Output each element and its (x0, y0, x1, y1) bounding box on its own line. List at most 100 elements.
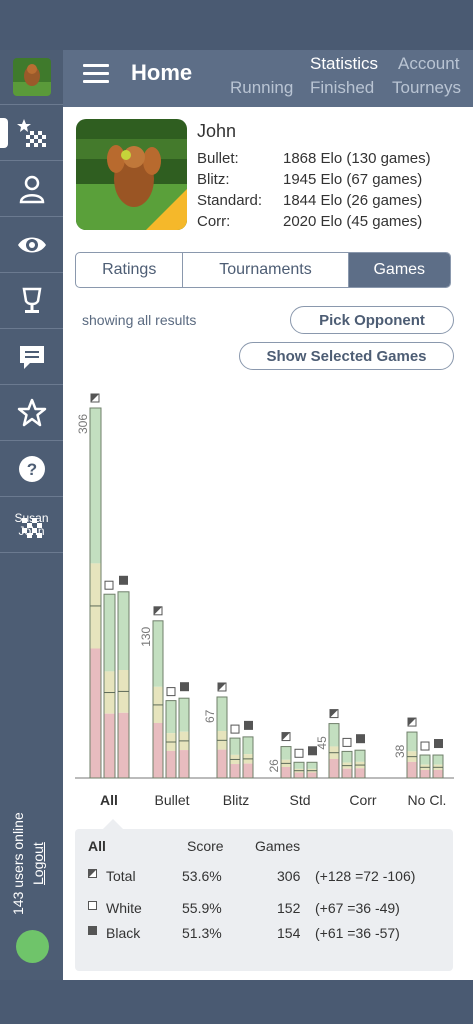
category-tab-no-cl[interactable]: No Cl. (397, 792, 457, 808)
bar-total-std[interactable] (280, 746, 292, 779)
eye-icon (17, 237, 46, 253)
total-count-std: 26 (267, 759, 281, 773)
summary-black-label: Black (106, 925, 141, 941)
nav-finished[interactable]: Finished (310, 78, 374, 98)
bar-total-bullet-wins (153, 620, 163, 687)
bar-white-no-cl-losses (420, 769, 430, 778)
help-icon: ? (18, 456, 45, 482)
bar-total-all-losses (90, 648, 101, 778)
white-marker-bullet (166, 687, 176, 697)
black-square-icon (88, 926, 97, 935)
white-marker-corr (342, 737, 352, 747)
tab-games[interactable]: Games (348, 253, 450, 287)
category-tab-all[interactable]: All (79, 792, 139, 808)
sidebar-item-friends[interactable] (0, 162, 63, 217)
sidebar-item-favorites[interactable] (0, 386, 63, 441)
sidebar-item-tournaments[interactable] (0, 274, 63, 329)
bar-black-corr-losses (355, 768, 365, 778)
bar-total-bullet[interactable] (152, 620, 164, 779)
category-tab-corr[interactable]: Corr (333, 792, 393, 808)
bar-total-blitz-losses (217, 749, 227, 778)
summary-games-header: Games (255, 838, 301, 854)
bar-white-blitz-wins (230, 738, 240, 755)
nav-running[interactable]: Running (230, 78, 293, 98)
black-marker-bullet (180, 682, 189, 692)
total-marker-no-cl (407, 717, 417, 727)
bar-total-no-cl-wins (407, 732, 417, 752)
bar-white-all[interactable] (103, 593, 116, 779)
bar-total-corr[interactable] (328, 723, 340, 779)
nav-tourneys[interactable]: Tourneys (392, 78, 461, 98)
sidebar-item-messages[interactable] (0, 330, 63, 385)
summary-white-label: White (106, 900, 142, 916)
menu-icon[interactable] (83, 64, 109, 84)
tab-tournaments[interactable]: Tournaments (183, 253, 349, 287)
total-marker-blitz (217, 682, 227, 692)
tab-ratings[interactable]: Ratings (76, 253, 184, 287)
users-online-text: 143 users online (10, 812, 26, 915)
logout-link[interactable]: Logout (30, 842, 46, 885)
bar-black-std-wins (307, 762, 317, 769)
sidebar-item-profile[interactable] (0, 50, 63, 105)
avatar (12, 58, 51, 96)
bar-total-all-wins (90, 408, 101, 564)
black-marker-blitz (244, 720, 253, 730)
games-chart[interactable]: 306 130 67 26 45 38 (63, 390, 473, 820)
main-content: John Bullet: 1868 Elo (130 games) Blitz: 1… (63, 107, 473, 980)
bar-total-std-losses (281, 766, 291, 778)
svg-text:?: ? (26, 460, 36, 479)
bar-total-no-cl[interactable] (406, 731, 418, 779)
game-black-player: John (18, 524, 45, 538)
nav-account[interactable]: Account (398, 54, 459, 74)
bar-total-blitz[interactable] (216, 696, 228, 779)
bar-black-no-cl[interactable] (432, 754, 444, 779)
bar-total-no-cl-losses (407, 761, 417, 778)
total-marker-all (90, 393, 100, 403)
summary-score-header: Score (187, 838, 224, 854)
show-selected-games-button[interactable]: Show Selected Games (239, 342, 454, 370)
summary-white-games: 152 (277, 900, 301, 916)
bar-white-bullet[interactable] (165, 700, 177, 779)
bar-total-bullet-losses (153, 722, 163, 778)
bar-total-std-wins (281, 746, 291, 760)
total-icon (88, 869, 97, 878)
bar-white-std[interactable] (293, 761, 305, 779)
bar-black-bullet[interactable] (178, 697, 190, 779)
bar-white-no-cl[interactable] (419, 754, 431, 779)
bar-black-corr[interactable] (354, 749, 366, 779)
bar-black-std[interactable] (306, 761, 318, 779)
star-icon (17, 398, 46, 427)
summary-white-score: 55.9% (182, 900, 222, 916)
bar-total-corr-wins (329, 723, 339, 747)
summary-total-score: 53.6% (182, 868, 222, 884)
total-marker-bullet (153, 606, 163, 616)
summary-black-detail: (+61 =36 -57) (315, 925, 400, 941)
bar-total-all[interactable] (89, 407, 102, 779)
bar-white-corr[interactable] (341, 750, 353, 779)
message-icon (19, 346, 44, 369)
bar-black-blitz[interactable] (242, 736, 254, 779)
category-tab-blitz[interactable]: Blitz (206, 792, 266, 808)
black-marker-corr (356, 734, 365, 744)
total-count-corr: 45 (315, 736, 329, 750)
bar-white-std-losses (294, 772, 304, 778)
sidebar-item-watch[interactable] (0, 218, 63, 273)
filter-status: showing all results (82, 312, 197, 328)
bar-white-bullet-losses (166, 750, 176, 778)
white-marker-blitz (230, 724, 240, 734)
black-marker-no-cl (434, 739, 443, 749)
bar-black-all[interactable] (117, 591, 130, 779)
sidebar-item-new-game[interactable] (0, 106, 63, 161)
summary-black-games: 154 (277, 925, 301, 941)
category-tab-std[interactable]: Std (270, 792, 330, 808)
pick-opponent-button[interactable]: Pick Opponent (290, 306, 454, 334)
bar-total-corr-losses (329, 758, 339, 778)
bar-white-blitz[interactable] (229, 737, 241, 779)
category-tab-bullet[interactable]: Bullet (142, 792, 202, 808)
bar-white-bullet-wins (166, 700, 176, 734)
total-count-all: 306 (76, 414, 90, 434)
sidebar-item-current-game[interactable]: Susan John (0, 498, 63, 553)
white-marker-std (294, 748, 304, 758)
sidebar-item-help[interactable]: ? (0, 442, 63, 497)
nav-statistics[interactable]: Statistics (310, 54, 378, 74)
